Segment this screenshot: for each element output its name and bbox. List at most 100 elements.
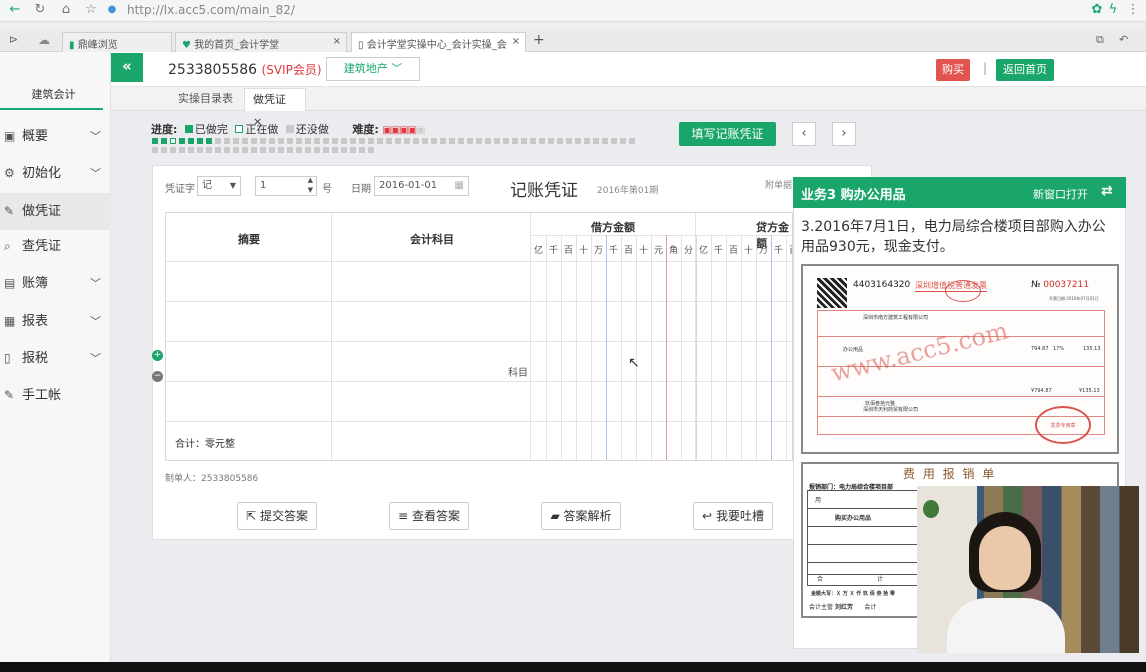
feedback-button[interactable]: ↩ 我要吐槽 — [693, 502, 773, 530]
new-tab-icon[interactable]: + — [533, 32, 545, 48]
progress-cell[interactable] — [296, 147, 302, 153]
tabs-overview-icon[interactable]: ⧉ — [1096, 33, 1104, 47]
progress-cell[interactable] — [557, 138, 563, 144]
sidebar-item-query-voucher[interactable]: ⌕ 查凭证 — [0, 228, 111, 265]
progress-cell[interactable] — [242, 138, 248, 144]
progress-cell[interactable] — [170, 138, 176, 144]
progress-cell[interactable] — [449, 138, 455, 144]
progress-cell[interactable] — [341, 147, 347, 153]
progress-cell[interactable] — [332, 147, 338, 153]
tab-catalog[interactable]: 实操目录表 — [170, 88, 241, 111]
progress-cell[interactable] — [314, 147, 320, 153]
sidebar-item-init[interactable]: ⚙ 初始化 ﹀ — [0, 155, 111, 192]
add-row-button[interactable]: + — [152, 350, 163, 361]
fill-voucher-button[interactable]: 填写记账凭证 — [679, 122, 776, 146]
progress-cell[interactable] — [305, 138, 311, 144]
progress-cell[interactable] — [359, 138, 365, 144]
swap-icon[interactable]: ⇄ — [1101, 183, 1113, 199]
progress-cell[interactable] — [530, 138, 536, 144]
progress-cell[interactable] — [161, 147, 167, 153]
progress-cell[interactable] — [368, 138, 374, 144]
sidebar-item-tax[interactable]: ▯ 报税 ﹀ — [0, 340, 111, 377]
sidebar-item-reports[interactable]: ▦ 报表 ﹀ — [0, 303, 111, 340]
progress-cell[interactable] — [314, 138, 320, 144]
progress-cell[interactable] — [224, 138, 230, 144]
progress-cell[interactable] — [188, 138, 194, 144]
progress-cell[interactable] — [296, 138, 302, 144]
progress-cell[interactable] — [152, 147, 158, 153]
sidebar-item-make-voucher[interactable]: ✎ 做凭证 — [0, 193, 111, 230]
progress-cell[interactable] — [206, 147, 212, 153]
progress-cell[interactable] — [269, 147, 275, 153]
progress-cell[interactable] — [269, 138, 275, 144]
browser-tab-3[interactable]: ▯ 会计学堂实操中心_会计实操_会 × — [351, 32, 526, 52]
close-icon[interactable]: × — [333, 36, 341, 47]
progress-cell[interactable] — [521, 138, 527, 144]
progress-cell[interactable] — [215, 138, 221, 144]
progress-cell[interactable] — [260, 138, 266, 144]
progress-cell[interactable] — [512, 138, 518, 144]
progress-cell[interactable] — [197, 138, 203, 144]
view-answer-button[interactable]: ≡ 查看答案 — [389, 502, 469, 530]
progress-cell[interactable] — [395, 138, 401, 144]
sidebar-item-overview[interactable]: ▣ 概要 ﹀ — [0, 118, 111, 155]
answer-explain-button[interactable]: ▰ 答案解析 — [541, 502, 621, 530]
progress-cell[interactable] — [179, 147, 185, 153]
progress-cell[interactable] — [215, 147, 221, 153]
cloud-icon[interactable]: ☁ — [38, 33, 50, 47]
progress-cell[interactable] — [494, 138, 500, 144]
sidebar-item-manual[interactable]: ✎ 手工帐 — [0, 377, 111, 414]
progress-cell[interactable] — [602, 138, 608, 144]
progress-cell[interactable] — [539, 138, 545, 144]
browser-tab-2[interactable]: ♥ 我的首页_会计学堂 × — [175, 32, 347, 52]
progress-cell[interactable] — [278, 147, 284, 153]
progress-cell[interactable] — [287, 147, 293, 153]
close-icon[interactable]: × — [511, 36, 520, 47]
progress-cell[interactable] — [323, 138, 329, 144]
industry-dropdown[interactable]: 建筑地产 ﹀ — [326, 57, 420, 81]
sidebar-toggle-icon[interactable]: ⊳ — [9, 33, 18, 46]
progress-cell[interactable] — [440, 138, 446, 144]
next-button[interactable]: › — [832, 122, 856, 146]
progress-cell[interactable] — [422, 138, 428, 144]
progress-cell[interactable] — [188, 147, 194, 153]
collapse-sidebar-button[interactable]: « — [111, 53, 143, 82]
star-icon[interactable]: ☆ — [82, 2, 100, 17]
progress-cell[interactable] — [548, 138, 554, 144]
progress-cell[interactable] — [332, 138, 338, 144]
progress-cell[interactable] — [278, 138, 284, 144]
progress-cell[interactable] — [233, 147, 239, 153]
sidebar-item-ledger[interactable]: ▤ 账簿 ﹀ — [0, 265, 111, 302]
tab-make-voucher[interactable]: 做凭证 × — [244, 88, 306, 128]
progress-cell[interactable] — [341, 138, 347, 144]
progress-cell[interactable] — [161, 138, 167, 144]
stepper-icon[interactable]: ▲ ▼ — [308, 175, 313, 195]
return-home-button[interactable]: 返回首页 — [996, 59, 1054, 81]
delete-row-button[interactable]: − — [152, 371, 163, 382]
progress-cell[interactable] — [233, 138, 239, 144]
progress-cell[interactable] — [206, 138, 212, 144]
progress-cell[interactable] — [404, 138, 410, 144]
progress-cell[interactable] — [251, 138, 257, 144]
progress-cell[interactable] — [431, 138, 437, 144]
progress-cell[interactable] — [629, 138, 635, 144]
progress-cell[interactable] — [467, 138, 473, 144]
progress-cell[interactable] — [242, 147, 248, 153]
progress-cell[interactable] — [413, 138, 419, 144]
undo-icon[interactable]: ↶ — [1119, 33, 1128, 46]
progress-cell[interactable] — [323, 147, 329, 153]
submit-answer-button[interactable]: ⇱ 提交答案 — [237, 502, 317, 530]
progress-cell[interactable] — [359, 147, 365, 153]
home-icon[interactable]: ⌂ — [57, 2, 75, 17]
progress-cell[interactable] — [503, 138, 509, 144]
progress-cell[interactable] — [620, 138, 626, 144]
voucher-number-input[interactable]: 1 ▲ ▼ — [255, 176, 317, 196]
progress-cell[interactable] — [287, 138, 293, 144]
progress-cell[interactable] — [251, 147, 257, 153]
progress-cell[interactable] — [566, 138, 572, 144]
back-icon[interactable]: ← — [6, 2, 24, 17]
progress-cell[interactable] — [485, 138, 491, 144]
buy-button[interactable]: 购买 — [936, 59, 970, 81]
progress-cell[interactable] — [197, 147, 203, 153]
calendar-icon[interactable]: ▦ — [455, 177, 464, 195]
